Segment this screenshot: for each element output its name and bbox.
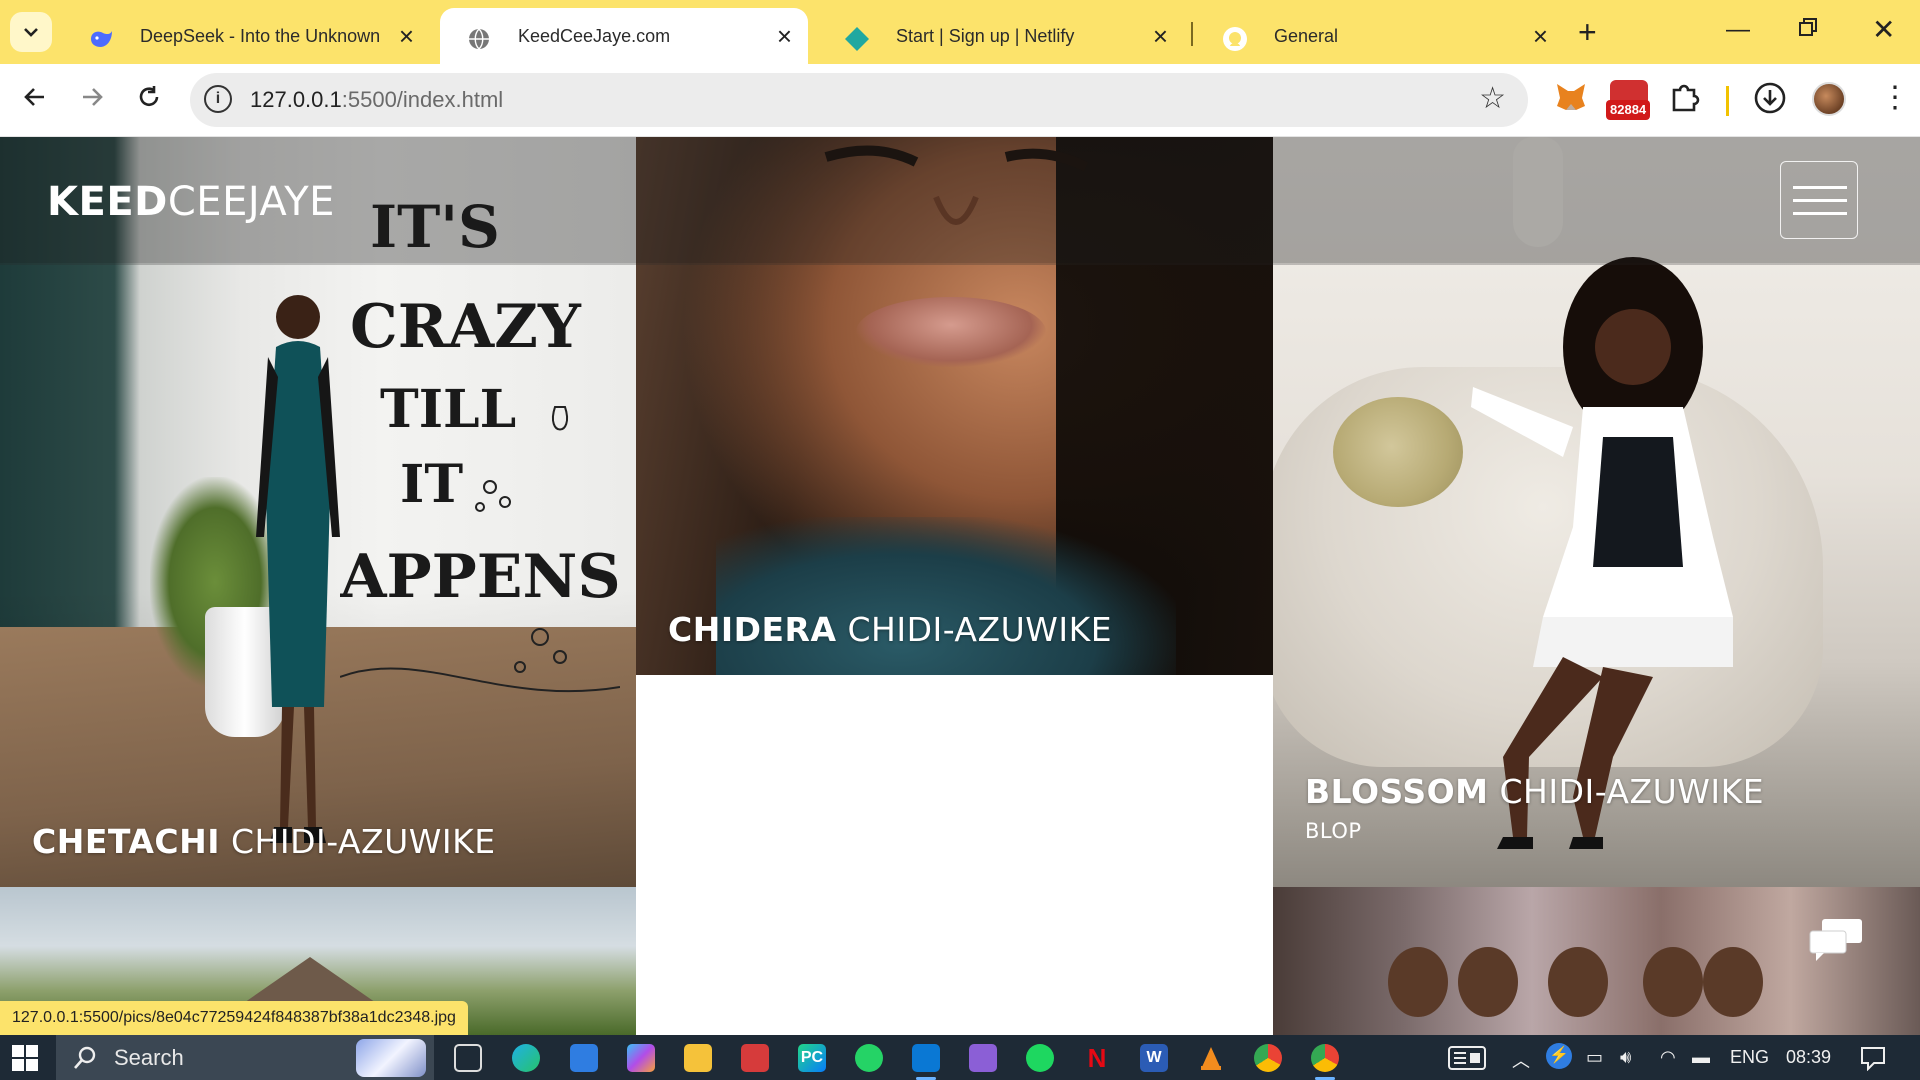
file-explorer-icon[interactable] [684, 1044, 712, 1072]
close-icon[interactable]: × [399, 23, 414, 49]
new-tab-button[interactable]: + [1578, 14, 1597, 50]
puzzle-extensions-icon[interactable] [1668, 80, 1702, 119]
windows-start-icon[interactable] [12, 1045, 38, 1071]
search-label: Search [114, 1045, 184, 1070]
task-view-icon[interactable] [454, 1044, 482, 1072]
site-info-icon[interactable]: i [204, 85, 232, 113]
restore-icon [1799, 18, 1817, 36]
taskbar-search[interactable]: Search [56, 1035, 434, 1080]
menu-kebab-icon[interactable]: ⋮ [1880, 80, 1910, 116]
search-icon [74, 1046, 96, 1069]
close-window-button[interactable]: ✕ [1872, 16, 1895, 44]
extension-badge-icon[interactable]: 82884 [1606, 80, 1652, 120]
site-logo[interactable]: KEEDCEEJAYE [47, 179, 335, 225]
url-text[interactable]: 127.0.0.1:5500/index.html [250, 87, 503, 113]
bookmark-star-icon[interactable]: ☆ [1479, 81, 1506, 116]
globe-icon [469, 28, 489, 50]
vlc-icon[interactable] [1197, 1044, 1225, 1072]
battery-icon[interactable]: ▬ [1692, 1047, 1710, 1068]
page-viewport: IT'S CRAZY TILL IT APPENS CHETACHI CHIDI… [0, 137, 1920, 1035]
tab-keedceejaye[interactable]: KeedCeeJaye.com × [440, 8, 808, 64]
back-button[interactable] [22, 84, 48, 117]
person-chetachi-image [256, 295, 340, 843]
tab-github[interactable]: General × [1196, 8, 1564, 64]
github-icon [1223, 27, 1247, 51]
visual-studio-icon[interactable] [969, 1044, 997, 1072]
tab-strip: DeepSeek - Into the Unknown × KeedCeeJay… [0, 0, 1920, 64]
windows-taskbar: Search PC N W ︿ ⚡ ▭ 🔊︎ ◠ ▬ ENG 08:39 [0, 1035, 1920, 1080]
tab-separator [1191, 22, 1193, 46]
chevron-down-icon [24, 28, 38, 37]
copilot-icon[interactable] [627, 1044, 655, 1072]
site-header: KEEDCEEJAYE [0, 137, 1920, 263]
card-group-image[interactable] [1273, 887, 1920, 1035]
card-name: CHIDERA CHIDI-AZUWIKE [668, 610, 1113, 649]
hamburger-menu-button[interactable] [1780, 161, 1858, 239]
card-name: CHETACHI CHIDI-AZUWIKE [32, 822, 496, 861]
svg-text:TILL: TILL [380, 379, 516, 440]
tab-title: KeedCeeJaye.com [518, 25, 671, 46]
tab-search-button[interactable] [10, 12, 52, 52]
chrome-icon[interactable] [1254, 1044, 1282, 1072]
store-icon[interactable] [570, 1044, 598, 1072]
tab-deepseek[interactable]: DeepSeek - Into the Unknown × [62, 8, 430, 64]
deepseek-whale-icon [91, 31, 112, 47]
svg-text:IT: IT [400, 454, 463, 515]
hover-link-status: 127.0.0.1:5500/pics/8e04c77259424f848387… [0, 1001, 468, 1035]
browser-toolbar: i 127.0.0.1:5500/index.html ☆ 82884 ⋮ [0, 64, 1920, 137]
device-icon[interactable]: ▭ [1586, 1047, 1603, 1068]
chevron-up-icon[interactable]: ︿ [1512, 1047, 1530, 1073]
svg-text:APPENS: APPENS [340, 542, 620, 612]
close-icon[interactable]: × [777, 23, 792, 49]
pycharm-icon[interactable]: PC [798, 1044, 826, 1072]
clock[interactable]: 08:39 [1786, 1047, 1831, 1068]
chrome-active-icon[interactable] [1311, 1044, 1339, 1080]
tab-title: Start | Sign up | Netlify [896, 25, 1075, 46]
news-widget-icon[interactable] [1448, 1045, 1486, 1071]
notification-icon[interactable] [1860, 1045, 1886, 1071]
tab-title: DeepSeek - Into the Unknown [140, 25, 381, 46]
edge-icon[interactable] [512, 1044, 540, 1072]
card-name: BLOSSOM CHIDI-AZUWIKE [1305, 772, 1765, 811]
netlify-icon [845, 27, 869, 51]
svg-text:CRAZY: CRAZY [350, 292, 582, 362]
tab-netlify[interactable]: Start | Sign up | Netlify × [818, 8, 1184, 64]
reload-icon [139, 86, 159, 106]
spotify-icon[interactable] [1026, 1044, 1054, 1072]
extension-badge-count: 82884 [1606, 100, 1651, 120]
arrow-left-icon [24, 88, 44, 106]
address-bar[interactable]: i 127.0.0.1:5500/index.html ☆ [190, 73, 1528, 127]
arrow-right-icon [83, 88, 103, 106]
tab-title: General [1274, 25, 1339, 46]
word-icon[interactable]: W [1140, 1044, 1168, 1072]
ms-app-icon[interactable] [741, 1044, 769, 1072]
whatsapp-icon[interactable] [855, 1044, 883, 1072]
profile-avatar[interactable] [1812, 82, 1846, 116]
restore-button[interactable] [1798, 16, 1818, 44]
forward-button[interactable] [79, 84, 105, 117]
power-plan-icon[interactable]: ⚡ [1546, 1043, 1572, 1069]
reload-button[interactable] [136, 84, 162, 117]
close-icon[interactable]: × [1153, 23, 1168, 49]
language-indicator[interactable]: ENG [1730, 1047, 1769, 1068]
search-highlight-image [356, 1039, 426, 1077]
download-icon[interactable] [1752, 80, 1788, 121]
minimize-button[interactable]: — [1726, 16, 1750, 44]
wifi-icon[interactable]: ◠ [1660, 1047, 1676, 1068]
netflix-icon[interactable]: N [1083, 1043, 1111, 1073]
volume-icon[interactable]: 🔊︎ [1620, 1047, 1631, 1068]
toolbar-divider [1726, 86, 1729, 116]
card-subtitle: BLOP [1305, 819, 1362, 843]
vscode-icon[interactable] [912, 1044, 940, 1080]
metamask-fox-icon[interactable] [1554, 80, 1588, 119]
close-icon[interactable]: × [1533, 23, 1548, 49]
chat-bubbles-icon[interactable] [1808, 917, 1864, 961]
